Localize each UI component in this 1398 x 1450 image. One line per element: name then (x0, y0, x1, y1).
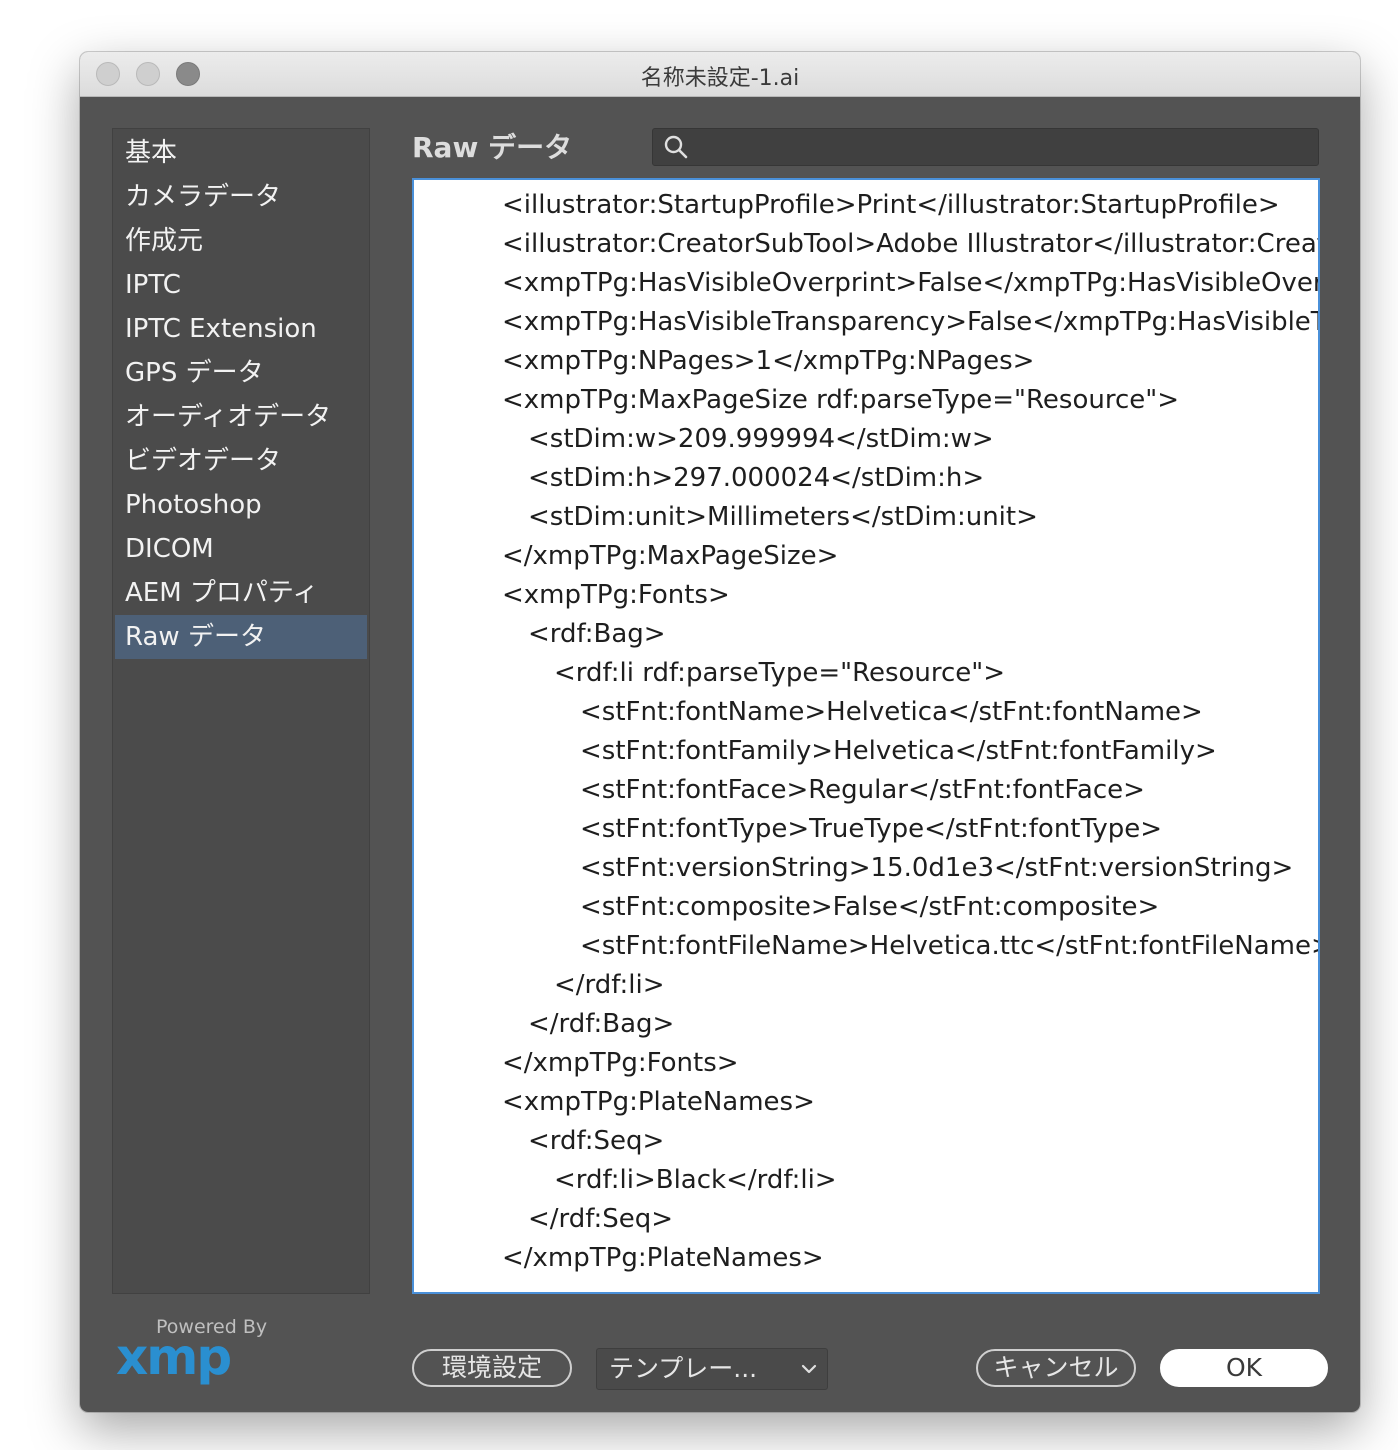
raw-data-line: <stFnt:fontFace>Regular</stFnt:fontFace> (580, 775, 1145, 805)
raw-data-line: <rdf:li>Black</rdf:li> (554, 1165, 837, 1195)
metadata-dialog: 名称未設定-1.ai 基本 カメラデータ 作成元 IPTC IPTC Extension… (80, 52, 1360, 1412)
raw-data-line: <stFnt:fontType>TrueType</stFnt:fontType… (580, 814, 1163, 844)
search-input[interactable] (695, 132, 1309, 164)
sidebar-item[interactable]: DICOM (115, 527, 367, 571)
search-icon (664, 135, 688, 159)
raw-data-line: </rdf:li> (554, 970, 665, 1000)
xmp-logo: xmp (116, 1332, 232, 1386)
xmp-logo-text: xmp (116, 1332, 230, 1386)
sidebar-item[interactable]: カメラデータ (115, 175, 367, 219)
sidebar-item[interactable]: オーディオデータ (115, 395, 367, 439)
raw-data-viewer[interactable]: <illustrator:StartupProfile>Print</illus… (412, 178, 1320, 1294)
raw-data-line: </xmpTPg:MaxPageSize> (502, 541, 839, 571)
sidebar-item[interactable]: ビデオデータ (115, 439, 367, 483)
raw-data-line: </xmpTPg:PlateNames> (502, 1243, 824, 1273)
raw-data-line: <rdf:li rdf:parseType="Resource"> (554, 658, 1006, 688)
raw-data-line: </rdf:Seq> (528, 1204, 674, 1234)
raw-data-line: <stFnt:versionString>15.0d1e3</stFnt:ver… (580, 853, 1294, 883)
title-bar[interactable]: 名称未設定-1.ai (80, 52, 1360, 97)
sidebar-item[interactable]: Raw データ (115, 615, 367, 659)
template-dropdown[interactable]: テンプレー... (596, 1348, 828, 1390)
raw-data-line: <stFnt:fontFamily>Helvetica</stFnt:fontF… (580, 736, 1217, 766)
raw-data-line: <illustrator:CreatorSubTool>Adobe Illust… (502, 229, 1320, 259)
sidebar-item[interactable]: 作成元 (115, 219, 367, 263)
sidebar-item[interactable]: IPTC Extension (115, 307, 367, 351)
raw-data-line: <xmpTPg:PlateNames> (502, 1087, 815, 1117)
preferences-button[interactable]: 環境設定 (412, 1349, 572, 1387)
raw-data-line: <stDim:h>297.000024</stDim:h> (528, 463, 985, 493)
cancel-button[interactable]: キャンセル (976, 1349, 1136, 1387)
raw-data-line: <xmpTPg:NPages>1</xmpTPg:NPages> (502, 346, 1035, 376)
template-dropdown-label: テンプレー... (609, 1354, 758, 1383)
raw-data-line: <rdf:Bag> (528, 619, 666, 649)
raw-data-line: <illustrator:StartupProfile>Print</illus… (502, 190, 1280, 220)
panel-title: Raw データ (412, 131, 573, 164)
raw-data-line: <stFnt:fontFileName>Helvetica.ttc</stFnt… (580, 931, 1320, 961)
raw-data-line: <xmpTPg:Fonts> (502, 580, 730, 610)
category-sidebar: 基本 カメラデータ 作成元 IPTC IPTC Extension GPS データ オーディ… (112, 128, 370, 1294)
raw-data-line: <xmpTPg:HasVisibleTransparency>False</xm… (502, 307, 1320, 337)
sidebar-item[interactable]: GPS データ (115, 351, 367, 395)
window-title: 名称未設定-1.ai (640, 66, 800, 91)
raw-data-line: <stFnt:fontName>Helvetica</stFnt:fontNam… (580, 697, 1203, 727)
sidebar-item[interactable]: 基本 (115, 131, 367, 175)
raw-data-line: <rdf:Seq> (528, 1126, 665, 1156)
raw-data-line: </rdf:Bag> (528, 1009, 675, 1039)
ok-button[interactable]: OK (1160, 1349, 1328, 1387)
raw-data-line: <stDim:unit>Millimeters</stDim:unit> (528, 502, 1038, 532)
raw-data-line: <xmpTPg:MaxPageSize rdf:parseType="Resou… (502, 385, 1179, 415)
raw-data-line: </xmpTPg:Fonts> (502, 1048, 739, 1078)
raw-data-line: <xmpTPg:HasVisibleOverprint>False</xmpTP… (502, 268, 1320, 298)
raw-data-line: <stFnt:composite>False</stFnt:composite> (580, 892, 1160, 922)
sidebar-item[interactable]: Photoshop (115, 483, 367, 527)
sidebar-item[interactable]: IPTC (115, 263, 367, 307)
raw-data-line: <stDim:w>209.999994</stDim:w> (528, 424, 994, 454)
search-field[interactable] (652, 128, 1319, 166)
sidebar-item[interactable]: AEM プロパティ (115, 571, 367, 615)
chevron-down-icon (801, 1364, 817, 1374)
